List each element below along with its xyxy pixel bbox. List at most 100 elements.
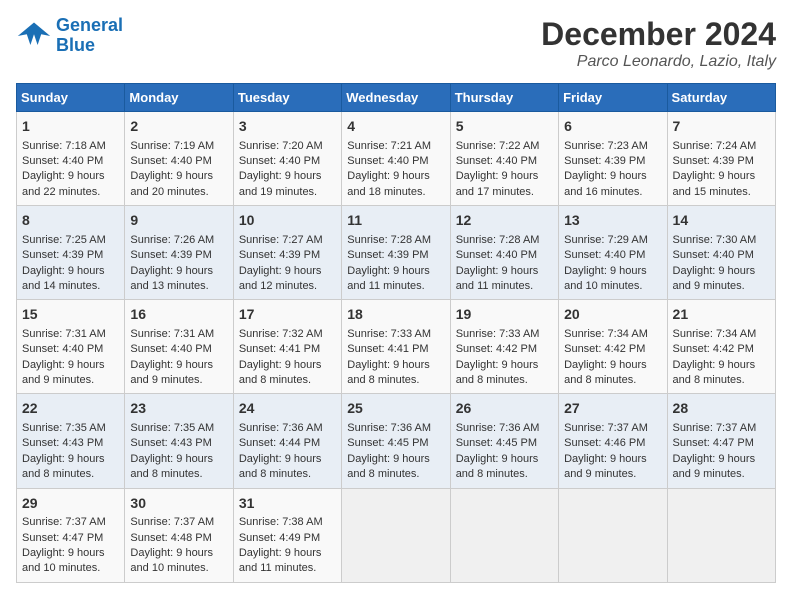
daylight-text: Daylight: 9 hours and 11 minutes. [456,265,539,292]
sunset-text: Sunset: 4:40 PM [22,343,103,355]
sunset-text: Sunset: 4:41 PM [239,343,320,355]
day-number: 23 [130,399,227,419]
sunset-text: Sunset: 4:47 PM [673,437,754,449]
daylight-text: Daylight: 9 hours and 8 minutes. [347,453,430,480]
page-header: General Blue December 2024 Parco Leonard… [16,16,776,71]
daylight-text: Daylight: 9 hours and 10 minutes. [130,547,213,574]
day-number: 29 [22,494,119,514]
sunset-text: Sunset: 4:40 PM [22,155,103,167]
day-number: 19 [456,305,553,325]
day-of-week-header: Sunday [17,84,125,112]
daylight-text: Daylight: 9 hours and 15 minutes. [673,170,756,197]
daylight-text: Daylight: 9 hours and 8 minutes. [564,359,647,386]
daylight-text: Daylight: 9 hours and 8 minutes. [347,359,430,386]
sunrise-text: Sunrise: 7:36 AM [239,422,323,434]
day-number: 21 [673,305,770,325]
calendar-cell: 20Sunrise: 7:34 AMSunset: 4:42 PMDayligh… [559,300,667,394]
calendar-cell: 26Sunrise: 7:36 AMSunset: 4:45 PMDayligh… [450,394,558,488]
daylight-text: Daylight: 9 hours and 9 minutes. [564,453,647,480]
daylight-text: Daylight: 9 hours and 8 minutes. [673,359,756,386]
day-number: 5 [456,117,553,137]
sunrise-text: Sunrise: 7:37 AM [130,516,214,528]
sunrise-text: Sunrise: 7:19 AM [130,140,214,152]
day-number: 6 [564,117,661,137]
day-number: 14 [673,211,770,231]
sunrise-text: Sunrise: 7:29 AM [564,234,648,246]
day-number: 20 [564,305,661,325]
sunset-text: Sunset: 4:40 PM [673,249,754,261]
day-number: 31 [239,494,336,514]
day-number: 11 [347,211,444,231]
calendar-cell: 18Sunrise: 7:33 AMSunset: 4:41 PMDayligh… [342,300,450,394]
day-number: 17 [239,305,336,325]
calendar-cell: 19Sunrise: 7:33 AMSunset: 4:42 PMDayligh… [450,300,558,394]
sunset-text: Sunset: 4:44 PM [239,437,320,449]
day-number: 26 [456,399,553,419]
day-number: 3 [239,117,336,137]
sunset-text: Sunset: 4:39 PM [130,249,211,261]
day-number: 2 [130,117,227,137]
calendar-cell: 24Sunrise: 7:36 AMSunset: 4:44 PMDayligh… [233,394,341,488]
daylight-text: Daylight: 9 hours and 11 minutes. [239,547,322,574]
calendar-cell: 11Sunrise: 7:28 AMSunset: 4:39 PMDayligh… [342,206,450,300]
day-of-week-header: Thursday [450,84,558,112]
daylight-text: Daylight: 9 hours and 20 minutes. [130,170,213,197]
sunset-text: Sunset: 4:45 PM [347,437,428,449]
daylight-text: Daylight: 9 hours and 12 minutes. [239,265,322,292]
sunset-text: Sunset: 4:46 PM [564,437,645,449]
calendar-cell: 13Sunrise: 7:29 AMSunset: 4:40 PMDayligh… [559,206,667,300]
calendar-table: SundayMondayTuesdayWednesdayThursdayFrid… [16,83,776,583]
sunset-text: Sunset: 4:40 PM [564,249,645,261]
sunrise-text: Sunrise: 7:34 AM [673,328,757,340]
sunset-text: Sunset: 4:40 PM [130,343,211,355]
daylight-text: Daylight: 9 hours and 9 minutes. [130,359,213,386]
sunrise-text: Sunrise: 7:28 AM [347,234,431,246]
daylight-text: Daylight: 9 hours and 10 minutes. [564,265,647,292]
day-of-week-header: Saturday [667,84,775,112]
sunrise-text: Sunrise: 7:31 AM [130,328,214,340]
day-of-week-header: Tuesday [233,84,341,112]
calendar-cell [667,488,775,582]
calendar-cell: 29Sunrise: 7:37 AMSunset: 4:47 PMDayligh… [17,488,125,582]
sunset-text: Sunset: 4:42 PM [564,343,645,355]
calendar-cell: 25Sunrise: 7:36 AMSunset: 4:45 PMDayligh… [342,394,450,488]
sunset-text: Sunset: 4:45 PM [456,437,537,449]
sunrise-text: Sunrise: 7:38 AM [239,516,323,528]
day-number: 27 [564,399,661,419]
daylight-text: Daylight: 9 hours and 16 minutes. [564,170,647,197]
sunset-text: Sunset: 4:43 PM [130,437,211,449]
day-number: 22 [22,399,119,419]
calendar-cell: 8Sunrise: 7:25 AMSunset: 4:39 PMDaylight… [17,206,125,300]
calendar-cell: 27Sunrise: 7:37 AMSunset: 4:46 PMDayligh… [559,394,667,488]
logo-icon [16,18,52,54]
daylight-text: Daylight: 9 hours and 10 minutes. [22,547,105,574]
sunrise-text: Sunrise: 7:35 AM [22,422,106,434]
calendar-cell: 16Sunrise: 7:31 AMSunset: 4:40 PMDayligh… [125,300,233,394]
calendar-cell: 3Sunrise: 7:20 AMSunset: 4:40 PMDaylight… [233,112,341,206]
calendar-cell [450,488,558,582]
day-number: 9 [130,211,227,231]
calendar-cell: 23Sunrise: 7:35 AMSunset: 4:43 PMDayligh… [125,394,233,488]
day-of-week-header: Wednesday [342,84,450,112]
logo-text: General Blue [56,16,123,56]
sunset-text: Sunset: 4:40 PM [456,155,537,167]
sunrise-text: Sunrise: 7:30 AM [673,234,757,246]
sunset-text: Sunset: 4:42 PM [456,343,537,355]
sunrise-text: Sunrise: 7:22 AM [456,140,540,152]
calendar-week-row: 1Sunrise: 7:18 AMSunset: 4:40 PMDaylight… [17,112,776,206]
sunset-text: Sunset: 4:39 PM [22,249,103,261]
calendar-cell: 10Sunrise: 7:27 AMSunset: 4:39 PMDayligh… [233,206,341,300]
sunset-text: Sunset: 4:49 PM [239,532,320,544]
day-number: 12 [456,211,553,231]
daylight-text: Daylight: 9 hours and 14 minutes. [22,265,105,292]
calendar-cell: 17Sunrise: 7:32 AMSunset: 4:41 PMDayligh… [233,300,341,394]
calendar-cell: 31 Sunrise: 7:38 AM Sunset: 4:49 PM Dayligh… [233,488,341,582]
sunset-text: Sunset: 4:47 PM [22,532,103,544]
calendar-header-row: SundayMondayTuesdayWednesdayThursdayFrid… [17,84,776,112]
daylight-text: Daylight: 9 hours and 19 minutes. [239,170,322,197]
main-title: December 2024 [541,16,776,53]
sunrise-text: Sunrise: 7:31 AM [22,328,106,340]
daylight-text: Daylight: 9 hours and 8 minutes. [239,359,322,386]
calendar-cell: 9Sunrise: 7:26 AMSunset: 4:39 PMDaylight… [125,206,233,300]
logo: General Blue [16,16,123,56]
